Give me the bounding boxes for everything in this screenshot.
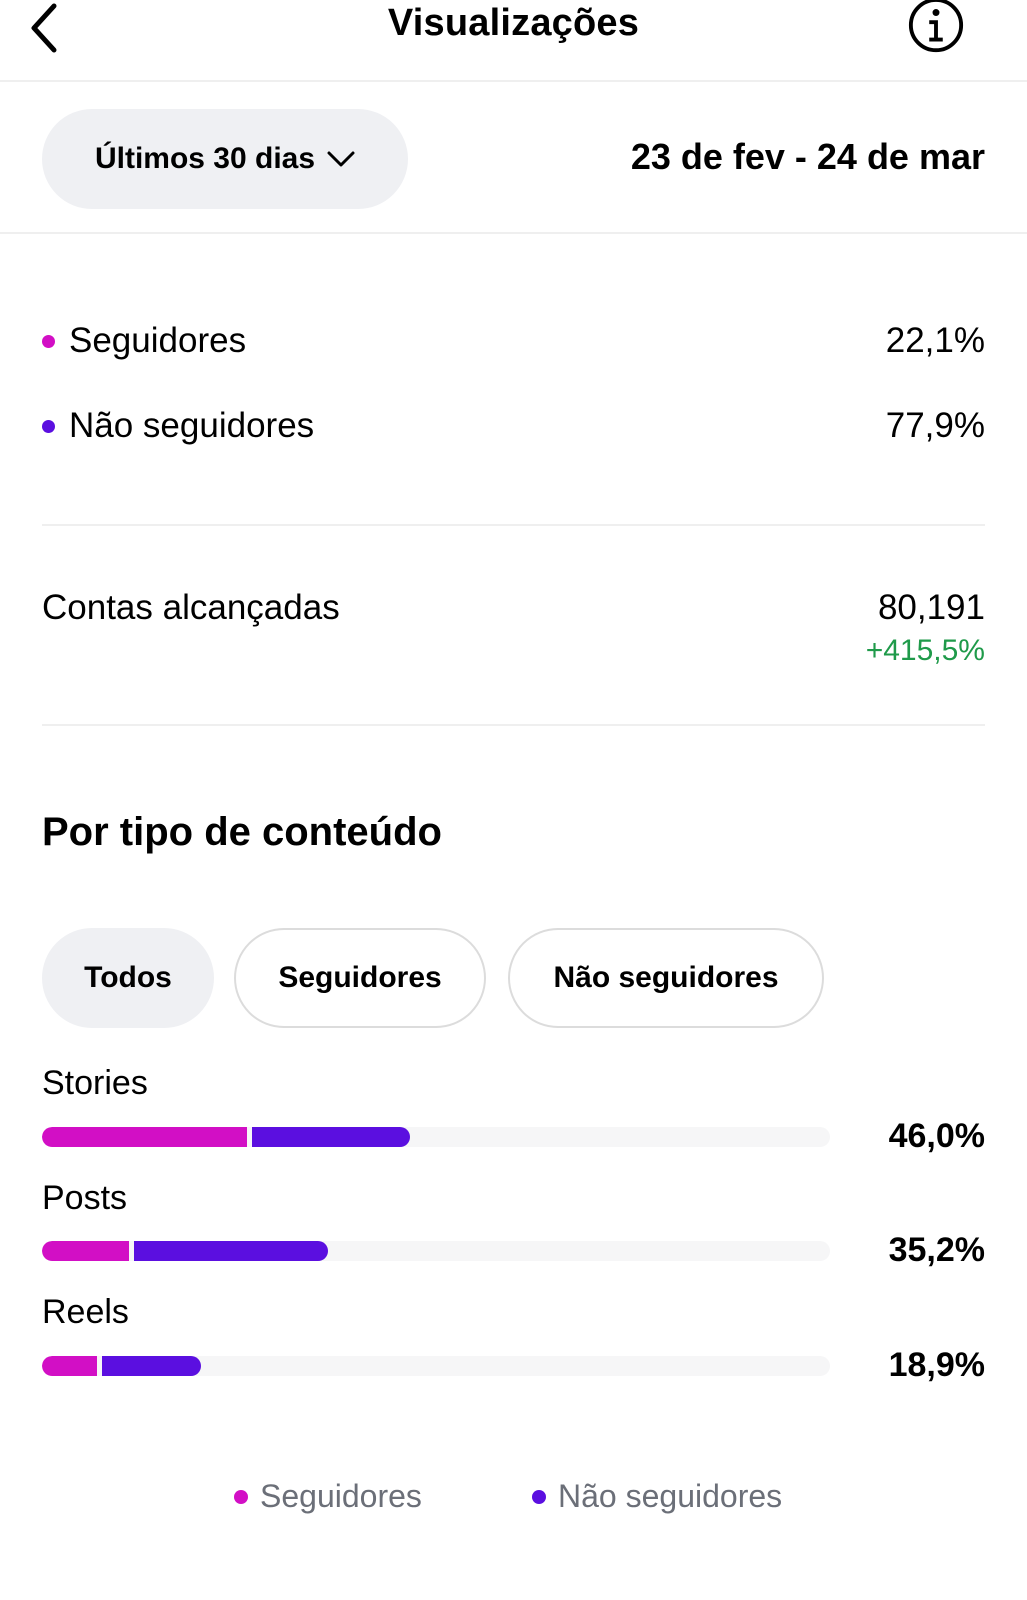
filter-chip-todos[interactable]: Todos — [42, 928, 214, 1028]
section-divider — [42, 724, 985, 726]
bar-segment-non-followers — [102, 1356, 201, 1376]
bar-posts — [42, 1241, 830, 1261]
period-divider — [0, 232, 1027, 234]
filter-chip-nao-seguidores[interactable]: Não seguidores — [508, 928, 824, 1028]
bar-segment-followers — [42, 1127, 247, 1147]
info-icon — [908, 0, 964, 53]
date-range: 23 de fev - 24 de mar — [630, 136, 985, 177]
legend-item-non-followers: Não seguidores — [532, 1478, 782, 1515]
bar-label-posts: Posts — [42, 1179, 128, 1217]
bar-segment-non-followers — [134, 1241, 328, 1261]
chevron-down-icon — [327, 151, 355, 167]
header-divider — [0, 80, 1027, 82]
non-followers-dot-icon — [532, 1489, 546, 1504]
bar-reels — [42, 1356, 830, 1376]
legend-label: Seguidores — [260, 1478, 422, 1514]
followers-dot-icon — [234, 1489, 248, 1504]
bar-percent-stories: 46,0% — [888, 1117, 985, 1155]
reach-change: +415,5% — [865, 634, 985, 667]
info-button[interactable] — [907, 0, 965, 56]
bar-stories — [42, 1127, 830, 1147]
legend-item-followers: Seguidores — [234, 1478, 422, 1515]
period-selector[interactable]: Últimos 30 dias — [42, 109, 408, 209]
legend-label: Não seguidores — [558, 1478, 783, 1514]
audience-label: Não seguidores — [69, 406, 315, 445]
bar-label-stories: Stories — [42, 1064, 148, 1102]
audience-row-followers: Seguidores 22,1% — [42, 318, 985, 364]
audience-value: 22,1% — [885, 321, 985, 360]
non-followers-dot-icon — [42, 419, 55, 433]
section-divider — [42, 524, 985, 526]
bar-percent-posts: 35,2% — [888, 1231, 985, 1269]
section-title: Por tipo de conteúdo — [42, 810, 442, 854]
filter-chip-seguidores[interactable]: Seguidores — [234, 928, 486, 1028]
bar-segment-followers — [42, 1241, 129, 1261]
bar-segment-non-followers — [252, 1127, 410, 1147]
reach-value: 80,191 — [877, 588, 985, 627]
bar-segment-followers — [42, 1356, 97, 1376]
bar-percent-reels: 18,9% — [888, 1346, 985, 1384]
audience-label: Seguidores — [69, 321, 247, 360]
reach-label: Contas alcançadas — [42, 588, 340, 627]
audience-row-non-followers: Não seguidores 77,9% — [42, 403, 985, 449]
bar-label-reels: Reels — [42, 1293, 129, 1331]
page-title: Visualizações — [387, 2, 640, 44]
period-label: Últimos 30 dias — [94, 142, 316, 175]
audience-value: 77,9% — [885, 406, 985, 445]
followers-dot-icon — [42, 334, 55, 348]
